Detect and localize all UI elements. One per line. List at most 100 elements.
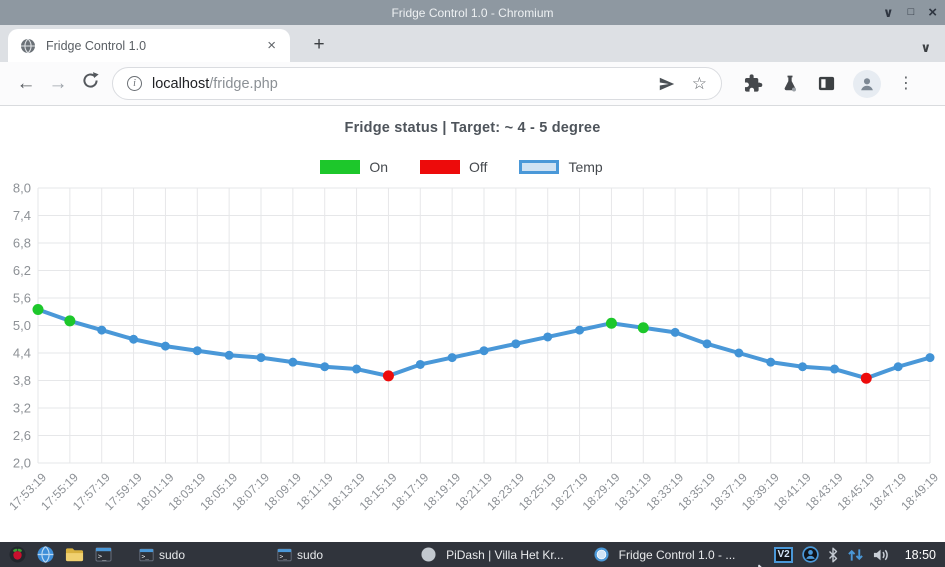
- terminal-icon: >_: [95, 547, 112, 562]
- extensions-puzzle-icon[interactable]: [742, 73, 763, 94]
- url-path: /fridge.php: [209, 76, 278, 92]
- tab-overflow-chevron-icon[interactable]: ∨: [920, 40, 931, 56]
- taskbar: >_ >_ sudo >_ sudo PiDash | Villa Het Kr…: [0, 542, 945, 567]
- data-point-temp[interactable]: [193, 346, 202, 355]
- data-point-temp[interactable]: [671, 328, 680, 337]
- reload-icon: [81, 71, 100, 90]
- svg-text:>_: >_: [98, 551, 107, 560]
- data-point-temp[interactable]: [703, 339, 712, 348]
- back-button[interactable]: ←: [10, 73, 42, 95]
- side-panel-icon[interactable]: [817, 74, 836, 93]
- svg-text:>_: >_: [142, 553, 150, 560]
- forward-button[interactable]: →: [42, 73, 74, 95]
- data-point-on[interactable]: [638, 322, 649, 333]
- y-tick-label: 6,2: [13, 263, 31, 278]
- url-host: localhost: [152, 76, 209, 92]
- status-circle-icon[interactable]: [802, 546, 819, 563]
- chart-canvas[interactable]: 8,07,46,86,25,65,04,43,83,22,62,017:53:1…: [0, 106, 945, 542]
- data-point-temp[interactable]: [575, 326, 584, 335]
- taskbar-task-sudo-2[interactable]: >_ sudo: [277, 548, 323, 562]
- taskbar-task-sudo-1[interactable]: >_ sudo: [139, 548, 185, 562]
- vnc-tray-icon[interactable]: V2: [774, 547, 792, 563]
- maximize-icon[interactable]: □: [908, 7, 915, 18]
- data-point-temp[interactable]: [97, 326, 106, 335]
- data-point-temp[interactable]: [894, 362, 903, 371]
- web-browser-launcher[interactable]: [37, 546, 54, 563]
- task-label: PiDash | Villa Het Kr...: [446, 548, 564, 562]
- bookmark-star-icon[interactable]: ☆: [692, 75, 707, 92]
- taskbar-task-fridge-control[interactable]: Fridge Control 1.0 - ...: [594, 547, 736, 562]
- data-point-temp[interactable]: [129, 335, 138, 344]
- minimize-icon[interactable]: ∨: [883, 6, 894, 19]
- globe-favicon-icon: [20, 38, 36, 54]
- terminal-icon: >_: [139, 548, 154, 562]
- data-point-on[interactable]: [606, 318, 617, 329]
- window-icon: [421, 547, 436, 562]
- site-info-icon[interactable]: i: [127, 76, 142, 91]
- y-tick-label: 3,2: [13, 401, 31, 416]
- network-traffic-icon[interactable]: [847, 548, 864, 562]
- raspberry-menu-icon: [9, 546, 26, 563]
- task-label: Fridge Control 1.0 - ...: [619, 548, 736, 562]
- toolbar-action-icons: ⋮: [742, 70, 914, 98]
- data-point-temp[interactable]: [416, 360, 425, 369]
- data-point-temp[interactable]: [926, 353, 935, 362]
- svg-text:>_: >_: [280, 553, 288, 560]
- data-point-temp[interactable]: [480, 346, 489, 355]
- data-point-on[interactable]: [33, 304, 44, 315]
- taskbar-clock[interactable]: 18:50: [905, 548, 936, 562]
- tab-title: Fridge Control 1.0: [46, 39, 265, 53]
- task-label: sudo: [297, 548, 323, 562]
- data-point-temp[interactable]: [830, 365, 839, 374]
- window-controls: ∨ □ ×: [883, 0, 937, 25]
- data-point-temp[interactable]: [352, 365, 361, 374]
- tab-fridge-control[interactable]: Fridge Control 1.0 ×: [8, 29, 290, 62]
- folder-icon: [65, 547, 84, 563]
- y-tick-label: 3,8: [13, 373, 31, 388]
- url-text[interactable]: localhost/fridge.php: [152, 76, 658, 92]
- profile-avatar[interactable]: [853, 70, 881, 98]
- data-point-off[interactable]: [861, 373, 872, 384]
- person-icon: [858, 75, 876, 93]
- data-point-temp[interactable]: [257, 353, 266, 362]
- data-point-temp[interactable]: [511, 339, 520, 348]
- data-point-off[interactable]: [383, 370, 394, 381]
- data-point-temp[interactable]: [225, 351, 234, 360]
- close-icon[interactable]: ×: [928, 5, 937, 20]
- window-titlebar: Fridge Control 1.0 - Chromium ∨ □ ×: [0, 0, 945, 25]
- data-point-temp[interactable]: [161, 342, 170, 351]
- app-menu-button[interactable]: [9, 546, 26, 563]
- data-point-temp[interactable]: [320, 362, 329, 371]
- task-label: sudo: [159, 548, 185, 562]
- new-tab-button[interactable]: +: [306, 32, 332, 58]
- terminal-launcher[interactable]: >_: [95, 547, 112, 562]
- data-point-temp[interactable]: [448, 353, 457, 362]
- file-manager-launcher[interactable]: [65, 547, 84, 563]
- y-tick-label: 6,8: [13, 236, 31, 251]
- data-point-temp[interactable]: [734, 349, 743, 358]
- y-tick-label: 2,0: [13, 456, 31, 471]
- terminal-icon: >_: [277, 548, 292, 562]
- globe-icon: [37, 546, 54, 563]
- url-bar[interactable]: i localhost/fridge.php ☆: [112, 67, 722, 100]
- tab-close-icon[interactable]: ×: [265, 37, 278, 54]
- data-point-temp[interactable]: [543, 332, 552, 341]
- data-point-temp[interactable]: [798, 362, 807, 371]
- flask-extension-icon[interactable]: [780, 74, 800, 94]
- browser-toolbar: ← → i localhost/fridge.php ☆: [0, 62, 945, 106]
- data-point-temp[interactable]: [766, 358, 775, 367]
- data-point-temp[interactable]: [288, 358, 297, 367]
- y-tick-label: 4,4: [13, 346, 31, 361]
- reload-button[interactable]: [74, 71, 106, 96]
- data-point-on[interactable]: [64, 315, 75, 326]
- window-title: Fridge Control 1.0 - Chromium: [391, 6, 553, 20]
- page-content: Fridge status | Target: ~ 4 - 5 degree O…: [0, 106, 945, 542]
- y-tick-label: 5,0: [13, 318, 31, 333]
- bluetooth-icon[interactable]: [828, 547, 838, 563]
- browser-menu-icon[interactable]: ⋮: [898, 76, 914, 92]
- y-tick-label: 2,6: [13, 428, 31, 443]
- volume-icon[interactable]: [873, 548, 890, 562]
- taskbar-task-pidash[interactable]: PiDash | Villa Het Kr...: [421, 547, 564, 562]
- send-to-device-icon[interactable]: [658, 75, 676, 93]
- chromium-icon: [594, 547, 609, 562]
